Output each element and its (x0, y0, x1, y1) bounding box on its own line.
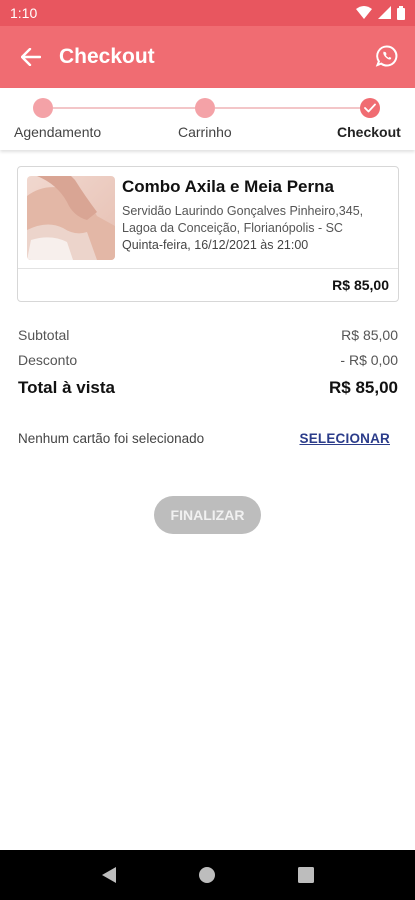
discount-value: - R$ 0,00 (340, 352, 398, 368)
signal-icon (378, 6, 391, 19)
whatsapp-button[interactable] (367, 36, 407, 76)
arrow-back-icon (21, 48, 41, 66)
battery-icon (397, 6, 405, 20)
discount-label: Desconto (18, 352, 78, 368)
nav-recents-icon[interactable] (298, 867, 315, 883)
address-line-2: Lagoa da Conceição, Florianópolis - SC (122, 221, 343, 235)
discount-row: Desconto - R$ 0,00 (18, 352, 398, 368)
select-card-link[interactable]: SELECIONAR (299, 431, 390, 446)
whatsapp-icon (375, 45, 398, 67)
service-title: Combo Axila e Meia Perna (122, 177, 334, 196)
step-dot-agendamento (33, 98, 53, 118)
appointment-datetime: Quinta-feira, 16/12/2021 às 21:00 (122, 238, 309, 252)
page-title: Checkout (59, 45, 155, 68)
status-time: 1:10 (10, 5, 38, 21)
step-connector (53, 107, 197, 109)
step-label-carrinho: Carrinho (178, 124, 232, 140)
system-nav-bar (0, 850, 415, 900)
subtotal-label: Subtotal (18, 327, 70, 343)
app-bar: Checkout (0, 26, 415, 88)
service-thumbnail (27, 176, 115, 260)
step-label-checkout: Checkout (337, 124, 401, 140)
service-address: Servidão Laurindo Gonçalves Pinheiro,345… (122, 203, 392, 237)
nav-back-icon[interactable] (101, 866, 117, 884)
divider (18, 268, 398, 269)
check-icon (364, 103, 376, 113)
finalize-button[interactable]: FINALIZAR (154, 496, 261, 534)
step-connector (215, 107, 360, 109)
total-value: R$ 85,00 (329, 378, 398, 397)
wifi-icon (356, 6, 372, 19)
back-button[interactable] (3, 29, 59, 85)
status-icons (356, 6, 405, 20)
total-row: Total à vista R$ 85,00 (18, 378, 398, 398)
no-card-text: Nenhum cartão foi selecionado (18, 431, 205, 446)
subtotal-value: R$ 85,00 (341, 327, 398, 343)
step-label-agendamento: Agendamento (14, 124, 102, 140)
total-label: Total à vista (18, 378, 115, 397)
step-dot-checkout (360, 98, 380, 118)
status-bar: 1:10 (0, 0, 415, 26)
address-line-1: Servidão Laurindo Gonçalves Pinheiro,345… (122, 204, 364, 218)
nav-home-icon[interactable] (198, 866, 216, 884)
checkout-stepper: Agendamento Carrinho Checkout (0, 88, 415, 150)
payment-card-row: Nenhum cartão foi selecionado SELECIONAR (18, 431, 390, 446)
step-dot-carrinho (195, 98, 215, 118)
order-item-card: Combo Axila e Meia Perna Servidão Laurin… (17, 166, 399, 302)
subtotal-row: Subtotal R$ 85,00 (18, 327, 398, 343)
item-price: R$ 85,00 (332, 277, 389, 293)
